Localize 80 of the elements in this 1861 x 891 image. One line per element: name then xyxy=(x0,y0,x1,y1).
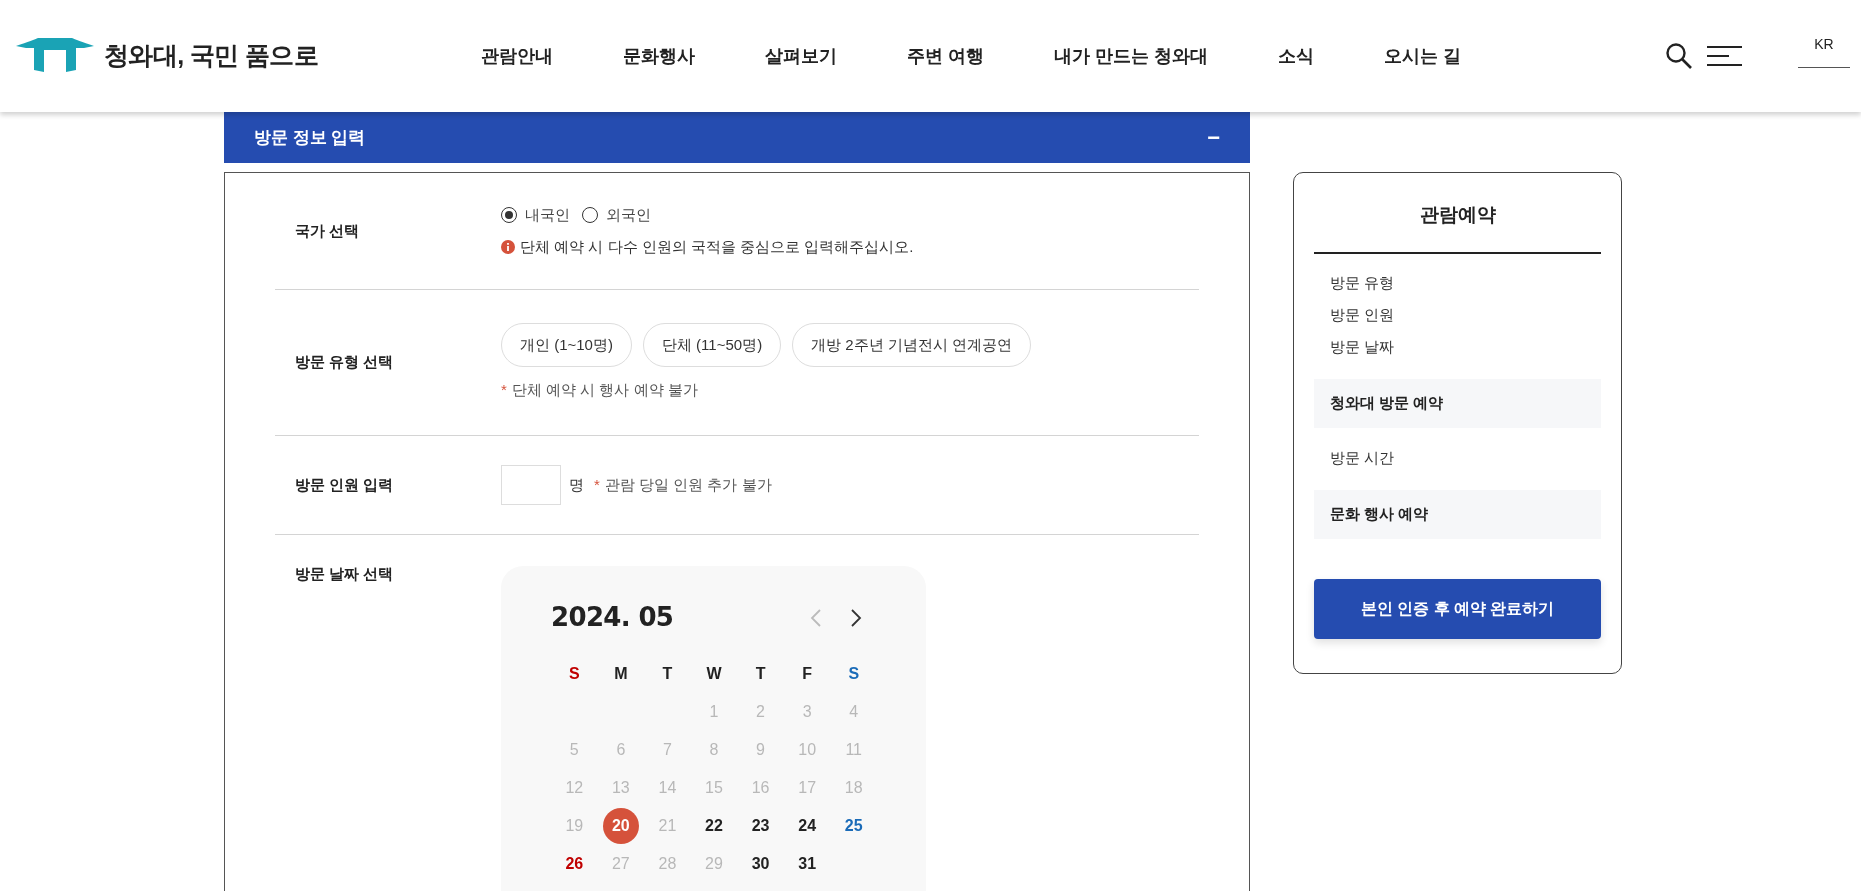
radio-option[interactable]: 외국인 xyxy=(582,203,651,226)
calendar-day: 2 xyxy=(756,700,765,724)
calendar-day: 10 xyxy=(798,738,817,762)
month-title: 2024. 05 xyxy=(551,601,674,634)
field-label: 방문 유형 선택 xyxy=(294,352,395,373)
summary-item: 방문 인원 xyxy=(1329,305,1396,326)
nav-link[interactable]: 내가 만드는 청와대 xyxy=(1054,42,1209,70)
section-header[interactable]: 방문 정보 입력 − xyxy=(224,112,1250,163)
calendar-day[interactable]: 31 xyxy=(798,852,817,876)
section-title: 방문 정보 입력 xyxy=(254,126,366,149)
calendar-day: 17 xyxy=(798,776,817,800)
calendar-day[interactable]: 26 xyxy=(565,852,584,876)
weekday-label: S xyxy=(567,664,581,684)
calendar-day: 27 xyxy=(611,852,630,876)
calendar-day: 13 xyxy=(611,776,630,800)
summary-item: 방문 유형 xyxy=(1329,273,1396,294)
weekday-label: S xyxy=(847,664,861,684)
calendar-day: 1 xyxy=(709,700,719,724)
calendar-day: 21 xyxy=(658,814,677,838)
chevron-left-icon xyxy=(810,607,822,628)
weekday-label: F xyxy=(801,664,813,684)
calendar-day[interactable]: 30 xyxy=(751,852,770,876)
visit-type-chip[interactable]: 개인 (1~10명) xyxy=(501,323,632,368)
note-text: 단체 예약 시 행사 예약 불가 xyxy=(511,380,698,401)
language-selector[interactable]: KR xyxy=(1798,34,1850,68)
calendar-day: 14 xyxy=(658,776,677,800)
calendar-day[interactable]: 23 xyxy=(751,814,770,838)
calendar-day: 8 xyxy=(709,738,719,762)
calendar-day: 9 xyxy=(756,738,765,762)
calendar-day: 4 xyxy=(849,700,859,724)
visit-type-chip[interactable]: 단체 (11~50명) xyxy=(642,323,782,368)
field-label: 국가 선택 xyxy=(294,220,361,241)
field-label: 방문 날짜 선택 xyxy=(294,564,395,584)
calendar-day: 28 xyxy=(658,852,677,876)
calendar-day: 7 xyxy=(662,738,672,762)
calendar-day: 15 xyxy=(705,776,723,800)
nav-link[interactable]: 소식 xyxy=(1278,42,1315,70)
calendar-day: 16 xyxy=(751,776,770,800)
calendar-day: 5 xyxy=(569,738,579,762)
weekday-label: W xyxy=(705,664,723,684)
weekday-label: M xyxy=(613,664,629,684)
summary-section: 문화 행사 예약 xyxy=(1314,489,1601,539)
calendar-day: 11 xyxy=(845,738,862,762)
calendar-day: 12 xyxy=(565,776,584,800)
nav-link[interactable]: 살펴보기 xyxy=(765,42,837,70)
calendar-day[interactable]: 25 xyxy=(844,814,863,838)
chevron-right-icon xyxy=(850,607,862,628)
menu-icon[interactable] xyxy=(1707,45,1742,67)
nav-link[interactable]: 문화행사 xyxy=(623,42,695,70)
calendar-day: 29 xyxy=(705,852,723,876)
complete-reservation-button[interactable]: 본인 인증 후 예약 완료하기 xyxy=(1314,578,1601,639)
calendar-day[interactable]: 24 xyxy=(798,814,817,838)
field-label: 방문 인원 입력 xyxy=(294,474,395,495)
nav-link[interactable]: 주변 여행 xyxy=(907,42,984,70)
selected-day[interactable]: 20 xyxy=(602,808,639,844)
required-mark: * xyxy=(594,474,600,495)
logo-text[interactable]: 청와대, 국민 품으로 xyxy=(104,37,318,75)
visit-type-chip[interactable]: 개방 2주년 기념전시 연계공연 xyxy=(792,323,1031,368)
summary-item: 방문 날짜 xyxy=(1329,337,1396,358)
summary-section: 청와대 방문 예약 xyxy=(1314,378,1601,428)
required-mark: * xyxy=(501,380,507,401)
calendar-day: 6 xyxy=(616,738,626,762)
radio-option[interactable]: 내국인 xyxy=(501,203,570,226)
summary-title: 관람예약 xyxy=(1314,201,1601,254)
collapse-toggle[interactable]: − xyxy=(1207,121,1220,154)
note-text: 관람 당일 인원 추가 불가 xyxy=(604,474,772,495)
calendar-day[interactable]: 22 xyxy=(705,814,723,838)
nav-link[interactable]: 관람안내 xyxy=(481,42,553,70)
search-icon[interactable] xyxy=(1665,42,1693,70)
calendar-day: 19 xyxy=(565,814,584,838)
calendar-day: 3 xyxy=(802,700,812,724)
people-count-field[interactable] xyxy=(501,465,561,505)
summary-item: 방문 시간 xyxy=(1329,448,1396,469)
weekday-label: T xyxy=(754,664,767,684)
calendar-day: 18 xyxy=(844,776,863,800)
weekday-label: T xyxy=(661,664,674,684)
info-icon xyxy=(501,240,515,255)
info-text: 단체 예약 시 다수 인원의 국적을 중심으로 입력해주십시오. xyxy=(520,237,914,257)
unit-label: 명 xyxy=(569,474,584,495)
nav-link[interactable]: 오시는 길 xyxy=(1384,42,1462,70)
